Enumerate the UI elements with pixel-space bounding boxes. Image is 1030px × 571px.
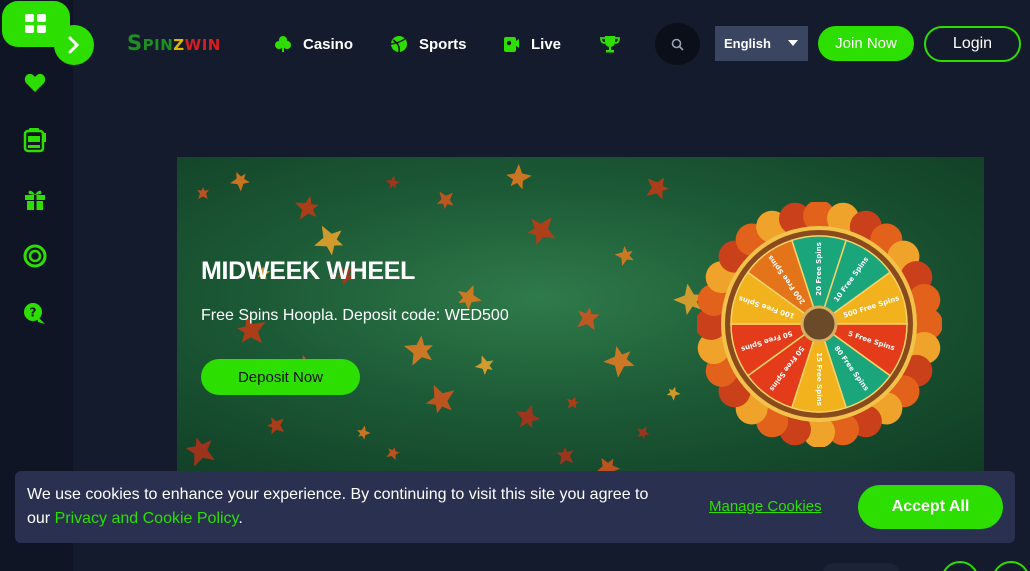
leaf-decoration (601, 341, 639, 379)
manage-cookies-link[interactable]: Manage Cookies (709, 498, 822, 515)
ball-icon (389, 34, 409, 54)
search-icon (671, 38, 684, 51)
leaf-decoration (313, 223, 348, 258)
sidebar-item-favorites[interactable] (21, 69, 49, 97)
prize-wheel-image: 20 Free Spins 10 Free Spins 500 Free Spins… (695, 200, 943, 448)
wheel-segment-label: 15 Free Spins (815, 352, 823, 406)
nav-live[interactable]: Live (501, 33, 561, 55)
leaf-decoration (474, 354, 497, 377)
deposit-now-button[interactable]: Deposit Now (201, 359, 360, 395)
leaf-decoration (385, 445, 400, 460)
leaf-decoration (575, 305, 600, 330)
privacy-policy-link[interactable]: Privacy and Cookie Policy (55, 510, 239, 527)
leaf-decoration (403, 333, 438, 368)
gift-icon (25, 190, 45, 210)
leaf-decoration (614, 244, 638, 268)
leaf-decoration (184, 434, 218, 468)
leaf-decoration (665, 385, 682, 402)
grid-icon (25, 14, 46, 33)
language-select[interactable]: English (715, 26, 808, 61)
leaf-decoration (525, 215, 557, 247)
nav-casino-label: Casino (303, 35, 354, 53)
login-button[interactable]: Login (924, 26, 1021, 62)
nav-tournaments[interactable] (600, 33, 620, 55)
sidebar-item-slots[interactable] (21, 126, 49, 154)
wheel-hub (800, 305, 838, 343)
logo-text-spin: Spin (127, 31, 174, 55)
leaf-decoration (502, 162, 533, 193)
help-chat-icon: ? (24, 303, 45, 324)
carousel-prev-button[interactable] (941, 561, 979, 571)
sidebar-item-help[interactable]: ? (21, 300, 49, 328)
lifebuoy-icon (23, 244, 47, 268)
trophy-icon (600, 34, 620, 54)
leaf-decoration (197, 187, 209, 199)
leaf-decoration (593, 453, 623, 471)
live-dealer-icon (501, 34, 521, 54)
leaf-decoration (636, 426, 650, 440)
clover-icon (273, 34, 293, 54)
leaf-decoration (566, 396, 579, 409)
leaf-decoration (355, 425, 372, 442)
nav-live-label: Live (531, 35, 562, 53)
leaf-decoration (436, 191, 454, 209)
slot-machine-icon (23, 128, 46, 153)
heart-icon (24, 73, 46, 92)
logo-text-z: z (173, 31, 185, 55)
search-button[interactable] (655, 23, 700, 65)
banner-subtitle: Free Spins Hoopla. Deposit code: WED500 (201, 307, 509, 324)
svg-text:?: ? (30, 306, 37, 320)
nav-sports-label: Sports (419, 35, 467, 53)
sidebar-item-support[interactable] (21, 242, 49, 270)
sidebar-item-promotions[interactable] (21, 185, 49, 213)
nav-casino[interactable]: Casino (273, 33, 353, 55)
leaf-decoration (514, 404, 543, 433)
leaf-decoration (229, 169, 253, 193)
cookie-consent-banner: We use cookies to enhance your experienc… (15, 471, 1015, 543)
accept-all-button[interactable]: Accept All (858, 485, 1003, 529)
promo-banner: 20 Free Spins 10 Free Spins 500 Free Spins… (177, 157, 984, 471)
caret-down-icon (788, 40, 798, 46)
leaf-decoration (646, 176, 669, 199)
logo-text-win: win (184, 31, 221, 55)
leaf-decoration (267, 417, 284, 434)
brand-logo[interactable]: Spinzwin (127, 31, 221, 57)
banner-title: MIDWEEK WHEEL (201, 257, 416, 285)
join-now-button[interactable]: Join Now (818, 26, 914, 61)
nav-sports[interactable]: Sports (389, 33, 467, 55)
cookie-message: We use cookies to enhance your experienc… (27, 483, 667, 531)
carousel-indicator[interactable] (823, 563, 899, 571)
leaf-decoration (294, 194, 321, 221)
leaf-decoration (385, 175, 402, 192)
leaf-decoration (424, 384, 457, 417)
cookie-text-end: . (238, 510, 243, 527)
wheel-segment-label: 20 Free Spins (815, 242, 823, 296)
sidebar-expand-button[interactable] (54, 25, 94, 65)
leaf-decoration (556, 446, 575, 465)
language-value: English (724, 36, 771, 51)
carousel-next-button[interactable] (992, 561, 1030, 571)
chevron-right-icon (68, 36, 80, 54)
